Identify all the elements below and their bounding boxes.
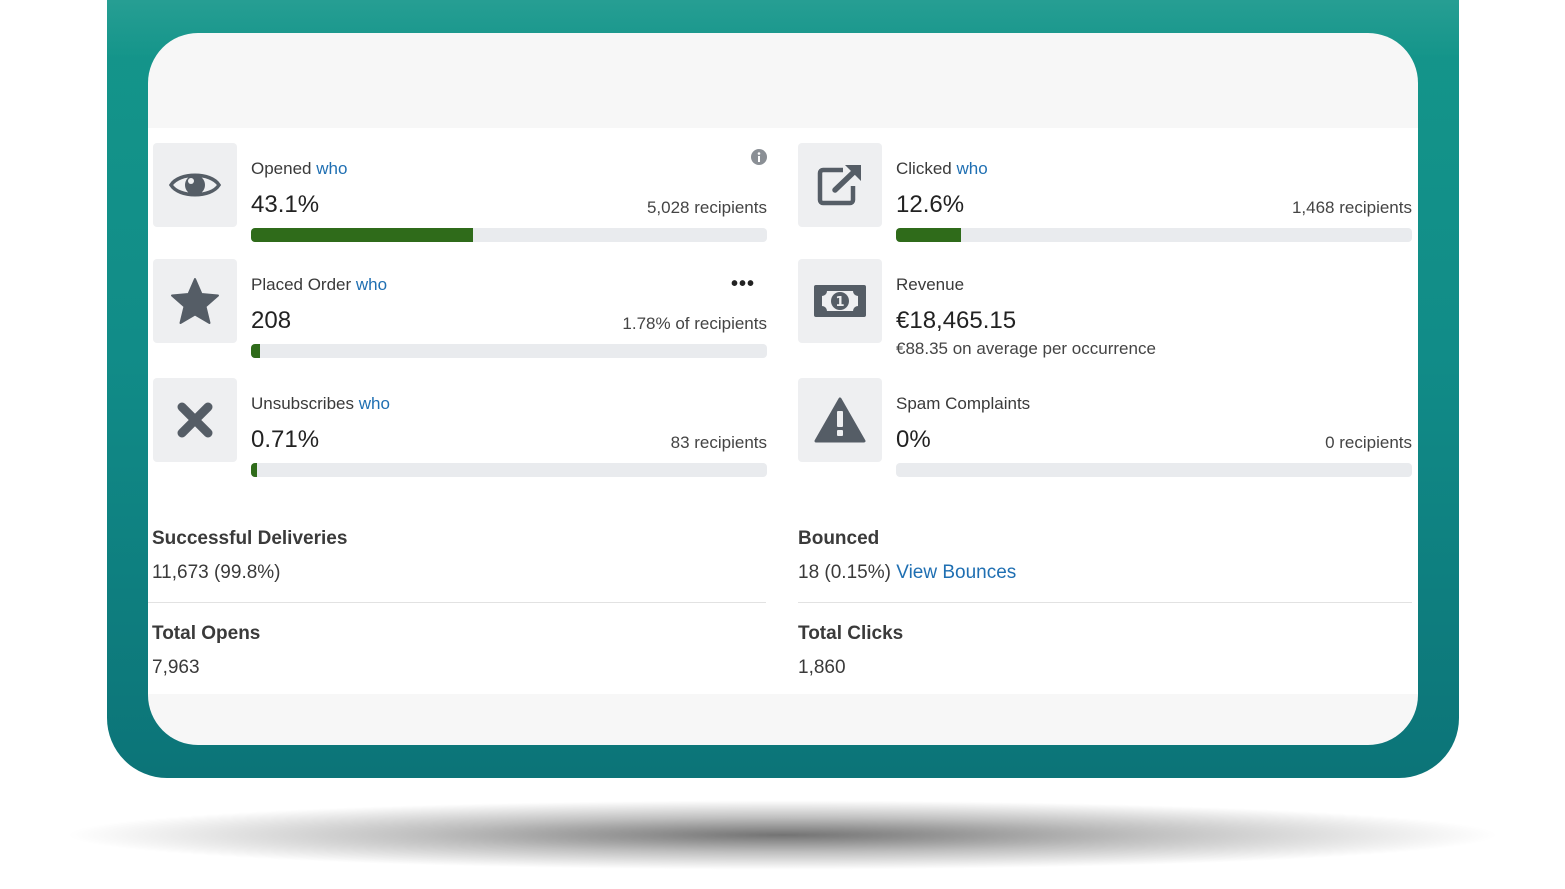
metric-placed-order: Placed Order who ••• 208 1.78% of recipi…	[153, 259, 767, 358]
metric-revenue: 1 Revenue €18,465.15 €88.35 on average p…	[798, 259, 1412, 358]
clicked-who-link[interactable]: who	[956, 159, 987, 178]
stat-bounced: Bounced 18 (0.15%) View Bounces	[798, 528, 1412, 584]
metric-value: 0.71%	[251, 426, 320, 453]
metric-label-text: Opened	[251, 159, 312, 178]
metric-label-text: Spam Complaints	[896, 394, 1031, 413]
metric-label: Revenue	[896, 275, 964, 295]
metric-value: 0%	[896, 426, 931, 453]
progress-bar	[251, 344, 767, 358]
metric-opened: Opened who 43.1% 5,028 recipients	[153, 143, 767, 242]
x-icon	[177, 402, 213, 438]
metric-label: Opened who	[251, 159, 347, 179]
metric-label-text: Clicked	[896, 159, 952, 178]
metric-label: Unsubscribes who	[251, 394, 390, 414]
metric-value: 208	[251, 307, 292, 334]
metric-value: €18,465.15	[896, 307, 1017, 334]
metric-label-text: Placed Order	[251, 275, 352, 294]
unsubscribes-icon-tile	[153, 378, 237, 462]
revenue-average: €88.35 on average per occurrence	[896, 339, 1156, 358]
revenue-icon-tile: 1	[798, 259, 882, 343]
metric-value: 12.6%	[896, 191, 965, 218]
progress-bar-fill	[251, 228, 474, 242]
opened-who-link[interactable]: who	[316, 159, 347, 178]
progress-bar	[896, 228, 1412, 242]
external-link-icon	[817, 165, 861, 206]
progress-bar-fill	[251, 344, 261, 358]
stat-label: Total Clicks	[798, 623, 904, 644]
spam-icon-tile	[798, 378, 882, 462]
floor-shadow	[60, 800, 1505, 870]
svg-text:1: 1	[835, 295, 844, 310]
stat-value: 7,963	[152, 657, 200, 678]
metrics-panel: Opened who 43.1% 5,028 recipients Clicke…	[148, 128, 1418, 694]
metric-recipients: 5,028 recipients	[646, 198, 767, 217]
metric-label: Clicked who	[896, 159, 988, 179]
progress-bar-fill	[251, 463, 258, 477]
metric-label: Spam Complaints	[896, 394, 1030, 414]
metric-recipients: 1,468 recipients	[1291, 198, 1412, 217]
stat-label: Total Opens	[152, 623, 261, 644]
star-icon	[171, 278, 219, 324]
money-bill-icon: 1	[814, 285, 866, 317]
bounced-value: 18 (0.15%)	[798, 562, 891, 583]
divider	[798, 602, 1412, 603]
metric-spam-complaints: Spam Complaints 0% 0 recipients	[798, 378, 1412, 477]
more-icon[interactable]: •••	[731, 273, 755, 296]
info-icon[interactable]	[751, 149, 767, 170]
metric-recipients: 1.78% of recipients	[622, 314, 767, 333]
stat-total-opens: Total Opens 7,963	[152, 623, 766, 679]
progress-bar	[896, 463, 1412, 477]
stat-value: 18 (0.15%) View Bounces	[798, 562, 1412, 584]
report-card: Opened who 43.1% 5,028 recipients Clicke…	[148, 33, 1418, 745]
stat-label: Bounced	[798, 528, 880, 549]
stat-value: 11,673 (99.8%)	[152, 562, 281, 583]
metric-label-text: Revenue	[896, 275, 965, 294]
metric-recipients: 83 recipients	[670, 433, 767, 452]
eye-icon	[169, 173, 221, 197]
divider	[148, 602, 766, 603]
warning-icon	[814, 397, 866, 443]
metric-clicked: Clicked who 12.6% 1,468 recipients	[798, 143, 1412, 242]
opened-icon-tile	[153, 143, 237, 227]
stat-total-clicks: Total Clicks 1,860	[798, 623, 1412, 679]
stat-successful-deliveries: Successful Deliveries 11,673 (99.8%)	[152, 528, 766, 584]
stat-value: 1,860	[798, 657, 846, 678]
placed-order-icon-tile	[153, 259, 237, 343]
metric-label-text: Unsubscribes	[251, 394, 354, 413]
metric-value: 43.1%	[251, 191, 320, 218]
metric-unsubscribes: Unsubscribes who 0.71% 83 recipients	[153, 378, 767, 477]
stat-label: Successful Deliveries	[152, 528, 348, 549]
unsubscribes-who-link[interactable]: who	[359, 394, 390, 413]
progress-bar	[251, 463, 767, 477]
progress-bar	[251, 228, 767, 242]
metric-label: Placed Order who	[251, 275, 387, 295]
view-bounces-link[interactable]: View Bounces	[896, 562, 1016, 583]
clicked-icon-tile	[798, 143, 882, 227]
progress-bar-fill	[896, 228, 962, 242]
metric-recipients: 0 recipients	[1325, 433, 1412, 452]
placed-order-who-link[interactable]: who	[356, 275, 387, 294]
